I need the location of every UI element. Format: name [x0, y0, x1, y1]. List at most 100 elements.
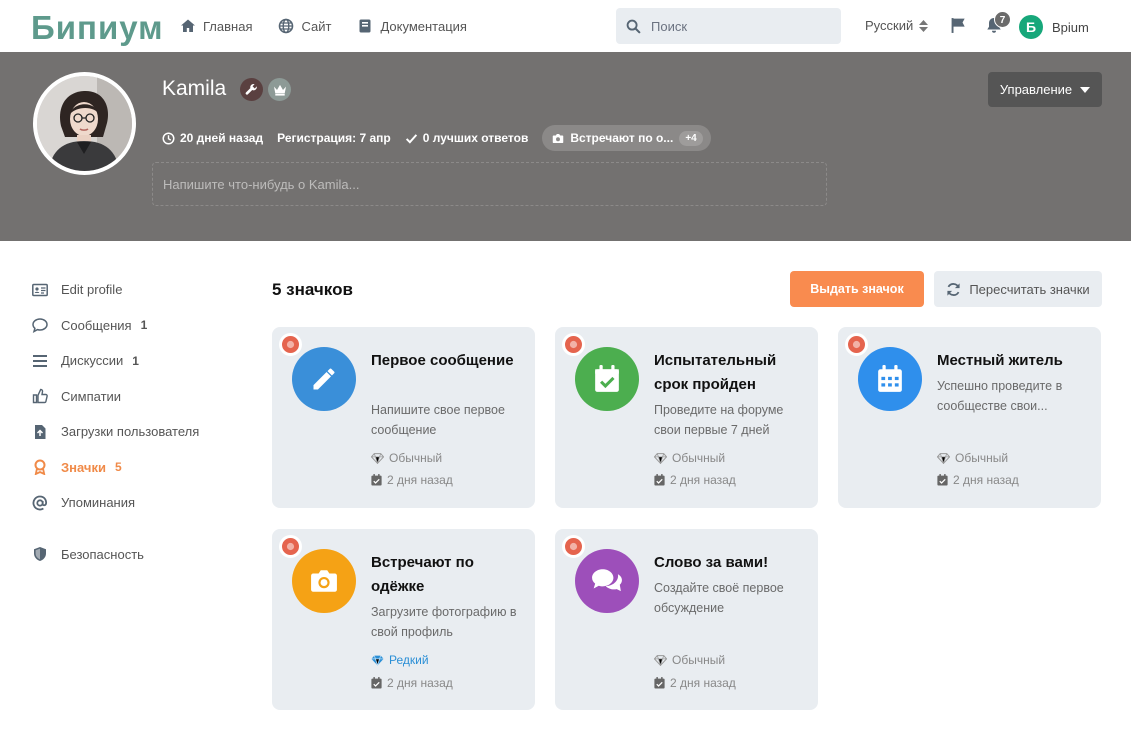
best-answers-value: 0 лучших ответов [422, 131, 529, 145]
upload-icon [35, 424, 46, 439]
search-icon [626, 19, 641, 33]
sidebar-separator [32, 521, 232, 537]
sidebar-item-label: Упоминания [61, 495, 136, 511]
manage-dropdown-button[interactable]: Управление [988, 72, 1102, 107]
sidebar-item-messages[interactable]: Сообщения 1 [32, 308, 232, 344]
comments-icon [592, 569, 622, 592]
gem-icon [654, 452, 667, 464]
sidebar-item-label: Загрузки пользователя [61, 424, 200, 440]
sidebar-item-security[interactable]: Безопасность [32, 537, 232, 573]
new-badge-indicator [562, 333, 585, 356]
comment-icon [32, 318, 48, 334]
new-badge-indicator [845, 333, 868, 356]
award-badge-button[interactable]: Выдать значок [790, 271, 924, 307]
nav-home[interactable]: Главная [180, 18, 252, 34]
badge-date: 2 дня назад [654, 473, 736, 487]
nav-site-label: Сайт [301, 18, 332, 34]
badge-date: 2 дня назад [937, 473, 1019, 487]
avatar-photo [37, 76, 132, 171]
burst-icon [852, 340, 861, 349]
site-logo[interactable]: Бипиум [31, 9, 164, 47]
calendar-icon [878, 365, 902, 392]
badge-description: Напишите свое первое сообщение [371, 403, 505, 437]
sidebar-item-label: Симпатии [61, 388, 122, 404]
about-me-field[interactable]: Напишите что-нибудь о Kamila... [152, 162, 827, 206]
sidebar-item-edit-profile[interactable]: Edit profile [32, 272, 232, 308]
pencil-icon [313, 368, 335, 390]
sidebar-item-uploads[interactable]: Загрузки пользователя [32, 414, 232, 450]
profile-avatar[interactable] [33, 72, 136, 175]
badge-date: 2 дня назад [654, 676, 736, 690]
badge-date: 2 дня назад [371, 473, 453, 487]
top-bar: Бипиум Главная Сайт Документация Русский… [0, 0, 1131, 52]
badge-card-first-post[interactable]: Первое сообщение Напишите свое первое со… [272, 327, 535, 508]
nav-docs[interactable]: Документация [357, 18, 467, 34]
profile-header: Kamila 20 дней назад Регистрация: 7 апр … [0, 52, 1131, 241]
main-nav: Главная Сайт Документация [180, 0, 467, 52]
badge-title: Встречают по одёжке [371, 554, 474, 595]
badge-type: Редкий [371, 653, 429, 667]
sidebar-item-discussions[interactable]: Дискуссии 1 [32, 343, 232, 379]
check-icon [405, 133, 417, 144]
gem-icon [371, 654, 384, 666]
gem-icon [371, 452, 384, 464]
user-avatar: Б [1019, 15, 1043, 39]
flag-button[interactable] [950, 17, 967, 34]
badge-description: Загрузите фотографию в свой профиль [371, 605, 517, 639]
burst-icon [569, 542, 578, 551]
sidebar-item-mentions[interactable]: Упоминания [32, 485, 232, 521]
badge-type-label: Обычный [672, 451, 726, 465]
badge-date-label: 2 дня назад [387, 473, 453, 487]
registration-value: Регистрация: 7 апр [277, 131, 391, 145]
admin-role-badge[interactable] [240, 78, 263, 101]
manage-label: Управление [999, 82, 1073, 97]
badge-card-local-resident[interactable]: Местный житель Успешно проведите в сообщ… [838, 327, 1101, 508]
sidebar-item-count: 5 [114, 460, 122, 475]
sidebar-item-likes[interactable]: Симпатии [32, 379, 232, 415]
badge-card-probation[interactable]: Испытательный срок пройден Проведите на … [555, 327, 818, 508]
badge-type: Обычный [371, 451, 442, 465]
wrench-icon [245, 84, 257, 95]
user-menu[interactable]: Б Bpium [1019, 15, 1089, 39]
badge-description: Успешно проведите в сообществе свои... [937, 379, 1063, 413]
badge-icon-circle [858, 347, 922, 411]
language-label: Русский [865, 18, 914, 33]
new-badge-indicator [279, 333, 302, 356]
best-answers[interactable]: 0 лучших ответов [405, 131, 529, 145]
badge-icon-circle [292, 549, 356, 613]
badge-type: Обычный [654, 653, 725, 667]
sidebar-item-label: Дискуссии [61, 353, 124, 369]
burst-icon [286, 542, 295, 551]
calendar-check-icon [937, 474, 948, 486]
badge-type-label: Редкий [389, 653, 429, 667]
badge-card-profile-photo[interactable]: Встречают по одёжке Загрузите фотографию… [272, 529, 535, 710]
search-box[interactable] [616, 8, 841, 44]
badge-date-label: 2 дня назад [953, 473, 1019, 487]
new-badge-indicator [279, 535, 302, 558]
moderator-role-badge[interactable] [268, 78, 291, 101]
badges-count-title: 5 значков [272, 280, 353, 299]
badge-icon-circle [575, 549, 639, 613]
badge-type: Обычный [654, 451, 725, 465]
badge-date-label: 2 дня назад [670, 473, 736, 487]
last-seen-value: 20 дней назад [180, 131, 264, 145]
recount-badges-button[interactable]: Пересчитать значки [934, 271, 1102, 307]
badge-type-label: Обычный [672, 653, 726, 667]
nav-site[interactable]: Сайт [278, 18, 331, 34]
search-input[interactable] [651, 18, 831, 34]
recount-badges-label: Пересчитать значки [969, 281, 1090, 297]
clock-icon [162, 131, 175, 145]
at-icon [32, 495, 48, 511]
book-icon [359, 19, 371, 33]
badge-date-label: 2 дня назад [670, 676, 736, 690]
last-seen: 20 дней назад [162, 131, 263, 145]
award-icon [34, 459, 46, 476]
badge-description: Создайте своё первое обсуждение [654, 581, 784, 615]
bars-icon [33, 354, 47, 367]
badge-card-first-discussion[interactable]: Слово за вами! Создайте своё первое обсу… [555, 529, 818, 710]
sidebar-item-badges[interactable]: Значки 5 [32, 450, 232, 486]
language-selector[interactable]: Русский [865, 18, 929, 33]
featured-badge-pill[interactable]: Встречают по о... +4 [542, 125, 711, 151]
user-name: Bpium [1052, 19, 1089, 35]
shield-icon [34, 547, 46, 562]
